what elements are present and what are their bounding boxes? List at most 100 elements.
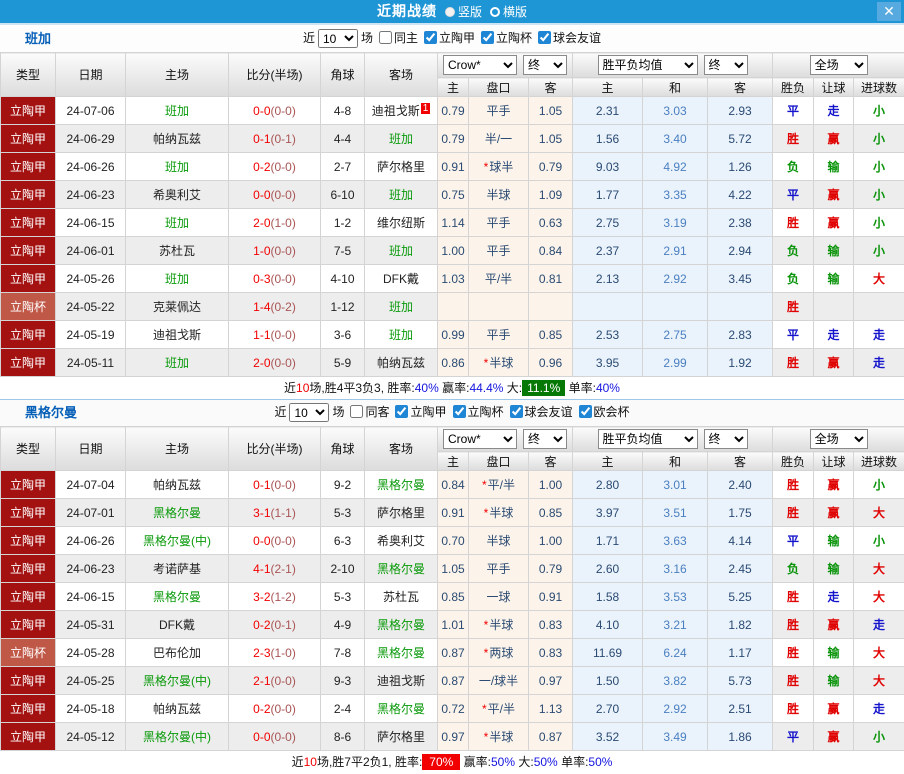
col-away-team: 希奥利艾 xyxy=(365,527,438,555)
avg-away: 1.17 xyxy=(708,639,773,667)
games-label: 场 xyxy=(332,405,344,419)
handicap-text: 平/半 xyxy=(488,702,515,716)
table-row: 立陶甲24-06-23考诺萨基4-1(2-1)2-10黑格尔曼1.05平手0.7… xyxy=(1,555,904,583)
handicap-star-icon: * xyxy=(484,506,489,520)
layout-radio-horizontal-label[interactable]: 横版 xyxy=(503,5,527,19)
close-icon[interactable]: ✕ xyxy=(877,2,901,21)
summary-part-2: 场,胜7平2负1, 胜率: xyxy=(317,755,422,769)
result-goals: 大 xyxy=(854,667,904,695)
odds-handicap: *半球 xyxy=(469,499,529,527)
handicap-text: 球半 xyxy=(489,160,513,174)
match-count-select[interactable]: 10 xyxy=(289,403,329,422)
col-home-team: 希奥利艾 xyxy=(126,181,229,209)
summary-part-5: 50% xyxy=(491,755,515,769)
result-char: 输 xyxy=(828,244,840,258)
competition-checkbox-0[interactable] xyxy=(424,31,437,44)
page-title: 近期战绩 xyxy=(377,3,437,19)
avg-select[interactable]: 胜平负均值 xyxy=(598,429,698,449)
layout-radio-vertical-label[interactable]: 竖版 xyxy=(458,5,482,19)
same-venue-checkbox[interactable] xyxy=(350,405,363,418)
avg-select[interactable]: 胜平负均值 xyxy=(598,55,698,75)
avg-home: 1.77 xyxy=(573,181,643,209)
col-corners: 1-2 xyxy=(321,209,365,237)
avg-away: 5.73 xyxy=(708,667,773,695)
col-corners: 5-3 xyxy=(321,583,365,611)
summary-part-2: 场,胜4平3负3, 胜率: xyxy=(309,381,414,395)
competition-label-3: 欧会杯 xyxy=(594,405,630,419)
col-corners: 4-10 xyxy=(321,265,365,293)
avg-draw: 3.03 xyxy=(643,97,708,125)
avg-away: 4.14 xyxy=(708,527,773,555)
result-char: 小 xyxy=(873,188,885,202)
competition-checkbox-1[interactable] xyxy=(453,405,466,418)
avg-draw: 3.63 xyxy=(643,527,708,555)
avg-header-group: 胜平负均值终 xyxy=(573,427,773,452)
away-team-name: DFK戴 xyxy=(383,272,419,286)
handicap-text: 半球 xyxy=(486,534,510,548)
halftime-score: (0-0) xyxy=(271,160,296,174)
odds-final-select[interactable]: 终 xyxy=(523,429,567,449)
result-char: 胜 xyxy=(787,216,799,230)
result-char: 赢 xyxy=(828,356,840,370)
odds-away: 0.79 xyxy=(529,555,573,583)
col-score: 0-0(0-0) xyxy=(229,97,321,125)
odds-handicap: 一/球半 xyxy=(469,667,529,695)
avg-home: 2.70 xyxy=(573,695,643,723)
col-score: 0-1(0-0) xyxy=(229,471,321,499)
layout-radio-vertical-icon[interactable] xyxy=(445,7,455,17)
avg-draw: 2.92 xyxy=(643,695,708,723)
odds-handicap: 半球 xyxy=(469,527,529,555)
match-count-select[interactable]: 10 xyxy=(318,29,358,48)
avg-home: 1.56 xyxy=(573,125,643,153)
result-goals: 小 xyxy=(854,527,904,555)
col-home-team: 班加 xyxy=(126,349,229,377)
layout-radio-horizontal-icon[interactable] xyxy=(490,7,500,17)
halftime-score: (0-0) xyxy=(271,534,296,548)
avg-sub-header-0: 主 xyxy=(573,452,643,471)
summary-part-3: 70% xyxy=(422,754,460,770)
same-venue-checkbox[interactable] xyxy=(379,31,392,44)
handicap-text: 半球 xyxy=(489,356,513,370)
result-char: 走 xyxy=(828,328,840,342)
col-home-team: 黑格尔曼 xyxy=(126,583,229,611)
competition-checkbox-3[interactable] xyxy=(579,405,592,418)
competition-checkbox-2[interactable] xyxy=(510,405,523,418)
competition-checkbox-0[interactable] xyxy=(395,405,408,418)
avg-draw: 6.24 xyxy=(643,639,708,667)
odds-home: 0.87 xyxy=(438,667,469,695)
summary-part-4: 赢率: xyxy=(439,381,470,395)
odds-final-select[interactable]: 终 xyxy=(523,55,567,75)
col-home-team: 帕纳瓦兹 xyxy=(126,125,229,153)
col-away-team: 班加 xyxy=(365,181,438,209)
avg-home: 1.50 xyxy=(573,667,643,695)
result-char: 大 xyxy=(873,506,885,520)
odds-handicap: 半球 xyxy=(469,181,529,209)
avg-final-select[interactable]: 终 xyxy=(704,55,748,75)
column-header-4: 角球 xyxy=(321,53,365,97)
scope-select[interactable]: 全场 xyxy=(810,429,868,449)
scope-select[interactable]: 全场 xyxy=(810,55,868,75)
result-char: 走 xyxy=(828,104,840,118)
competition-checkbox-1[interactable] xyxy=(481,31,494,44)
result-char: 负 xyxy=(787,244,799,258)
col-date: 24-05-25 xyxy=(56,667,126,695)
result-goals: 大 xyxy=(854,639,904,667)
result-goals: 小 xyxy=(854,237,904,265)
away-team-name: 黑格尔曼 xyxy=(377,702,425,716)
odds-handicap: *平/半 xyxy=(469,695,529,723)
result-wdl: 胜 xyxy=(773,667,814,695)
col-home-team: 巴布伦加 xyxy=(126,639,229,667)
result-char: 负 xyxy=(787,272,799,286)
result-char: 赢 xyxy=(828,478,840,492)
column-header-2: 主场 xyxy=(126,53,229,97)
result-goals: 小 xyxy=(854,723,904,751)
result-wdl: 胜 xyxy=(773,209,814,237)
col-score: 0-0(0-0) xyxy=(229,527,321,555)
col-date: 24-05-12 xyxy=(56,723,126,751)
avg-away: 2.51 xyxy=(708,695,773,723)
competition-checkbox-2[interactable] xyxy=(538,31,551,44)
avg-final-select[interactable]: 终 xyxy=(704,429,748,449)
odds-company-select[interactable]: Crow* xyxy=(443,55,517,75)
result-char: 大 xyxy=(873,590,885,604)
odds-company-select[interactable]: Crow* xyxy=(443,429,517,449)
